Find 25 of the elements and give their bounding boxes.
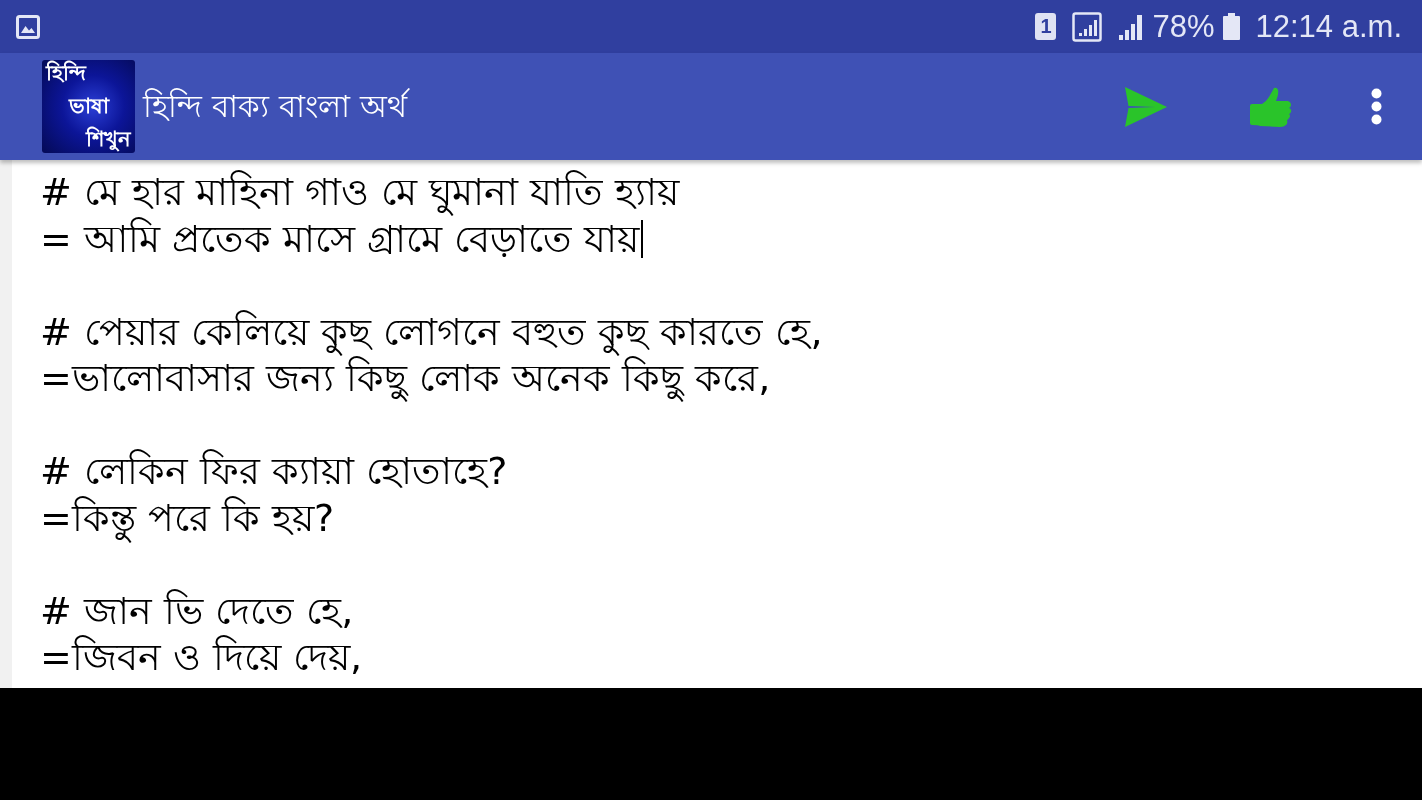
battery-icon bbox=[1222, 13, 1240, 40]
hindi-sentence: # লেকিন ফির ক্যায়া হোতাহে? bbox=[40, 448, 508, 495]
logo-text: ভাষা bbox=[67, 94, 111, 119]
hindi-sentence: # মে হার মাহিনা গাও মে ঘুমানা যাতি হ্যায় bbox=[40, 169, 680, 216]
more-options-icon bbox=[1371, 88, 1382, 125]
overflow-menu-button[interactable] bbox=[1371, 88, 1382, 125]
image-notification-icon bbox=[16, 14, 40, 39]
like-button[interactable] bbox=[1250, 86, 1292, 127]
signal-icon bbox=[1118, 13, 1145, 40]
sim-slot-badge: 1 bbox=[1035, 13, 1057, 40]
bangla-meaning: =ভালোবাসার জন্য কিছু লোক অনেক কিছু করে, bbox=[40, 356, 771, 402]
logo-text: শিখুন bbox=[84, 127, 131, 151]
bangla-meaning: =কিন্তু পরে কি হয়? bbox=[40, 494, 335, 541]
battery-percent: 78% bbox=[1152, 11, 1215, 42]
send-button[interactable] bbox=[1125, 86, 1167, 127]
data-signal-icon bbox=[1072, 11, 1103, 42]
text-editor[interactable] bbox=[0, 160, 1422, 688]
hindi-sentence: # জান ভি দেতে হে, bbox=[40, 587, 354, 634]
clock-time: 12:14 a.m. bbox=[1255, 11, 1402, 42]
thumbs-up-icon bbox=[1250, 86, 1292, 127]
logo-text: হিন্দি bbox=[46, 62, 88, 86]
bangla-meaning: = আমি প্রতেক মাসে গ্রামে বেড়াতে যায় bbox=[40, 216, 640, 262]
send-icon bbox=[1125, 86, 1167, 127]
hindi-sentence: # পেয়ার কেলিয়ে কুছ লোগনে বহুত কুছ কারতে হে, bbox=[40, 308, 823, 355]
bangla-meaning: =জিবন ও দিয়ে দেয়, bbox=[40, 634, 363, 681]
